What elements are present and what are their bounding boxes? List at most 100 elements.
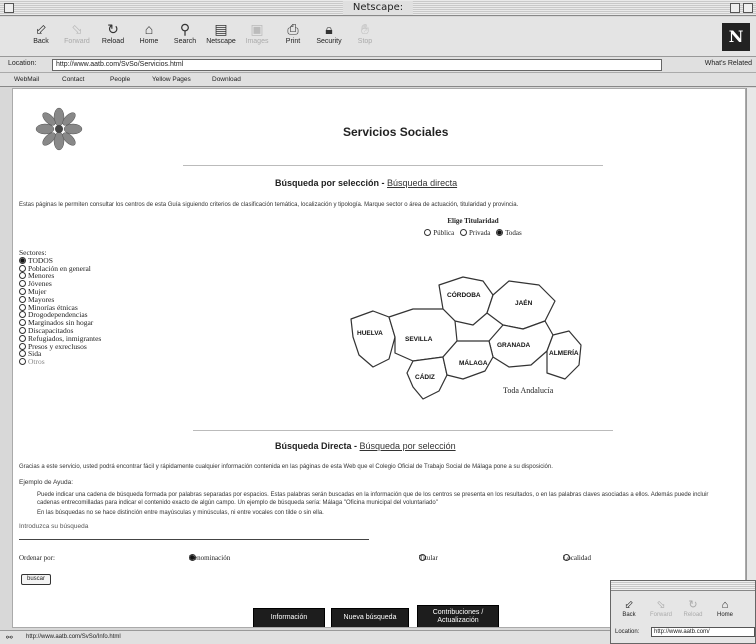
sector-radio[interactable] bbox=[19, 264, 26, 272]
security-icon: 🔒︎ bbox=[325, 21, 333, 37]
second-location-field[interactable]: http://www.aatb.com/ bbox=[651, 627, 755, 637]
ordenar-label: Ordenar por: bbox=[19, 554, 55, 562]
vertical-scrollbar[interactable] bbox=[746, 88, 756, 628]
personal-item-webmail[interactable]: WebMail bbox=[14, 76, 39, 83]
directa-heading: Búsqueda Directa - Búsqueda por selecció… bbox=[275, 441, 456, 451]
sector-radio[interactable] bbox=[19, 287, 26, 295]
print-icon: ⎙ bbox=[287, 21, 299, 37]
personal-item-download[interactable]: Download bbox=[212, 76, 241, 83]
images-button[interactable]: ▣ Images bbox=[240, 20, 274, 54]
sector-otros[interactable]: Otros bbox=[19, 358, 179, 366]
sector-radio[interactable] bbox=[19, 350, 26, 358]
personal-item-yellow-pages[interactable]: Yellow Pages bbox=[152, 76, 191, 83]
map-label-huelva[interactable]: HUELVA bbox=[357, 330, 383, 337]
buscar-button[interactable]: buscar bbox=[21, 574, 51, 585]
forward-button[interactable]: ⬂ Forward bbox=[60, 20, 94, 54]
back-arrow-icon: ⬃ bbox=[624, 599, 634, 611]
second-reload-button[interactable]: ↻ Reload bbox=[679, 599, 707, 618]
connection-icon: ⚯ bbox=[6, 633, 13, 642]
close-box-icon[interactable] bbox=[4, 3, 14, 13]
reload-icon: ↻ bbox=[107, 21, 119, 37]
divider bbox=[183, 165, 603, 166]
status-text: http://www.aatb.com/SvSo/Info.html bbox=[26, 634, 121, 640]
personal-toolbar: WebMail Contact People Yellow Pages Down… bbox=[0, 73, 756, 87]
map-label-almeria[interactable]: ALMERÍA bbox=[549, 348, 579, 357]
personal-item-contact[interactable]: Contact bbox=[62, 76, 84, 83]
sector-radio[interactable] bbox=[19, 256, 26, 264]
busqueda-directa-link[interactable]: Búsqueda directa bbox=[387, 178, 457, 188]
status-bar: ⚯ http://www.aatb.com/SvSo/Info.html bbox=[0, 630, 612, 644]
stop-icon: ✋︎ bbox=[361, 21, 369, 37]
sector-radio[interactable] bbox=[19, 342, 26, 350]
ayuda-note: En las búsquedas no se hace distinción e… bbox=[37, 510, 324, 516]
page-content: Servicios Sociales Búsqueda por selecció… bbox=[12, 88, 746, 628]
map-label-sevilla[interactable]: SEVILLA bbox=[405, 336, 433, 343]
whats-related-button[interactable]: What's Related bbox=[705, 60, 752, 67]
second-back-button[interactable]: ⬃ Back bbox=[615, 599, 643, 618]
sector-presos[interactable]: Presos y exreclusos bbox=[19, 342, 179, 351]
seleccion-heading: Búsqueda por selección - Búsqueda direct… bbox=[275, 178, 458, 188]
sector-radio[interactable] bbox=[19, 334, 26, 342]
personal-item-people[interactable]: People bbox=[110, 76, 130, 83]
back-arrow-icon: ⬃ bbox=[35, 21, 47, 37]
location-label: Location: bbox=[8, 60, 37, 67]
toda-andalucia-link[interactable]: Toda Andalucía bbox=[503, 386, 554, 395]
netscape-logo: N bbox=[722, 23, 750, 51]
map-province-huelva bbox=[350, 310, 396, 368]
images-icon: ▣ bbox=[250, 21, 264, 37]
titularidad-label: Elige Titularidad bbox=[447, 217, 499, 225]
sectores-list: Sectores: TODOS Población en general Men… bbox=[19, 249, 179, 366]
informacion-button[interactable]: Información bbox=[253, 608, 325, 627]
map-label-cadiz[interactable]: CÁDIZ bbox=[415, 372, 435, 381]
sector-radio[interactable] bbox=[19, 319, 26, 327]
directa-intro: Gracias a este servicio, usted podrá enc… bbox=[19, 464, 553, 470]
ayuda-text: Puede indicar una cadena de búsqueda for… bbox=[37, 492, 709, 506]
reload-icon: ↻ bbox=[688, 599, 698, 611]
second-browser-window[interactable]: ⬃ Back ⬂ Forward ↻ Reload ⌂ Home Location: h… bbox=[610, 580, 756, 644]
ayuda-label: Ejemplo de Ayuda: bbox=[19, 479, 74, 486]
seleccion-intro: Estas páginas le permiten consultar los … bbox=[19, 202, 519, 208]
page-title: Servicios Sociales bbox=[343, 125, 449, 139]
search-input[interactable] bbox=[19, 532, 369, 540]
divider bbox=[193, 430, 613, 431]
home-icon: ⌂ bbox=[721, 599, 729, 611]
map-label-malaga[interactable]: MÁLAGA bbox=[459, 358, 488, 367]
map-label-granada[interactable]: GRANADA bbox=[497, 342, 531, 349]
sector-radio[interactable] bbox=[19, 311, 26, 319]
sector-radio[interactable] bbox=[19, 272, 26, 280]
forward-arrow-icon: ⬂ bbox=[71, 21, 83, 37]
forward-arrow-icon: ⬂ bbox=[656, 599, 666, 611]
security-button[interactable]: 🔒︎ Security bbox=[312, 20, 346, 54]
search-button[interactable]: ⚲ Search bbox=[168, 20, 202, 54]
sector-radio[interactable] bbox=[19, 295, 26, 303]
netscape-icon: ▤ bbox=[214, 21, 228, 37]
stop-button[interactable]: ✋︎ Stop bbox=[348, 20, 382, 54]
second-home-button[interactable]: ⌂ Home bbox=[711, 599, 739, 618]
sector-radio[interactable] bbox=[19, 280, 26, 288]
nueva-busqueda-button[interactable]: Nueva búsqueda bbox=[331, 608, 409, 627]
print-button[interactable]: ⎙ Print bbox=[276, 20, 310, 54]
sector-radio[interactable] bbox=[19, 358, 26, 366]
sector-radio[interactable] bbox=[19, 326, 26, 334]
contribuciones-button[interactable]: Contribuciones / Actualización bbox=[417, 605, 499, 627]
netscape-button[interactable]: ▤ Netscape bbox=[204, 20, 238, 54]
titularidad-publica-radio[interactable] bbox=[424, 229, 432, 236]
collapse-box-icon[interactable] bbox=[743, 3, 753, 13]
zoom-box-icon[interactable] bbox=[730, 3, 740, 13]
map-label-cordoba[interactable]: CÓRDOBA bbox=[447, 290, 481, 299]
titularidad-todas-radio[interactable] bbox=[496, 229, 504, 236]
sector-radio[interactable] bbox=[19, 303, 26, 311]
home-icon: ⌂ bbox=[144, 21, 154, 37]
navigation-toolbar: ⬃ Back ⬂ Forward ↻ Reload ⌂ Home ⚲ Search ▤ Ne… bbox=[0, 17, 756, 57]
busqueda-seleccion-link[interactable]: Búsqueda por selección bbox=[360, 441, 456, 451]
home-button[interactable]: ⌂ Home bbox=[132, 20, 166, 54]
reload-button[interactable]: ↻ Reload bbox=[96, 20, 130, 54]
titularidad-privada-radio[interactable] bbox=[459, 229, 467, 236]
window-title: Netscape: bbox=[342, 1, 414, 15]
second-window-title-bar[interactable] bbox=[611, 581, 755, 591]
location-field[interactable]: http://www.aatb.com/SvSo/Servicios.html bbox=[52, 59, 662, 71]
second-forward-button[interactable]: ⬂ Forward bbox=[647, 599, 675, 618]
map-label-jaen[interactable]: JAÉN bbox=[515, 298, 533, 307]
back-button[interactable]: ⬃ Back bbox=[24, 20, 58, 54]
window-title-bar[interactable]: Netscape: bbox=[0, 0, 756, 16]
